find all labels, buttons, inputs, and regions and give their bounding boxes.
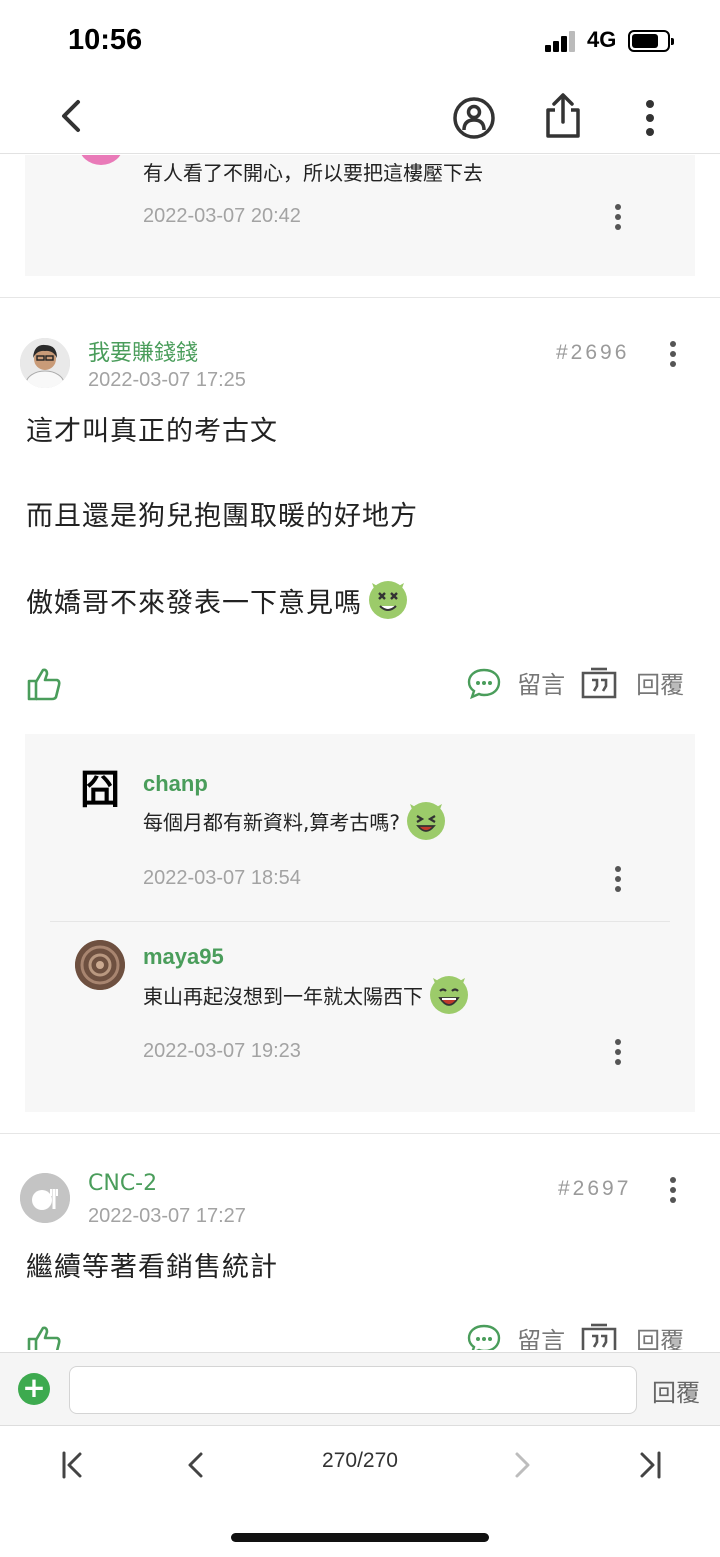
- comment-label: 留言: [517, 1327, 566, 1350]
- comment-date: 2022-03-07 18:54: [143, 867, 301, 889]
- more-vertical-icon[interactable]: [612, 202, 624, 232]
- status-bar: 10:56 4G: [0, 0, 720, 80]
- top-nav-bar: [0, 80, 720, 154]
- chat-bubble-icon: [467, 668, 501, 699]
- comments-box: 囧 chanp 每個月都有新資料,算考古嗎? 2022-03-07 18:54: [25, 734, 695, 1112]
- comment-button[interactable]: 留言: [466, 1321, 565, 1350]
- post-author[interactable]: 我要賺錢錢: [88, 335, 198, 367]
- more-vertical-icon[interactable]: [638, 98, 662, 138]
- quote-icon: [581, 1323, 617, 1350]
- post-date: 2022-03-07 17:27: [88, 1205, 246, 1227]
- reply-bar: + 回覆: [0, 1352, 720, 1426]
- post-body-line: 傲嬌哥不來發表一下意見嗎: [26, 588, 362, 619]
- more-vertical-icon[interactable]: [612, 1037, 624, 1067]
- post-body-line: 而且還是狗兒抱團取暖的好地方: [26, 501, 418, 532]
- post-date: 2022-03-07 17:25: [88, 369, 246, 391]
- post-author[interactable]: CNC-2: [88, 1171, 157, 1196]
- avatar[interactable]: [20, 1173, 70, 1223]
- avatar-char: 囧: [80, 768, 120, 812]
- pagination-bar: 270/270: [0, 1427, 720, 1557]
- add-attachment-icon[interactable]: +: [18, 1373, 50, 1405]
- post-body-line: 這才叫真正的考古文: [26, 416, 278, 447]
- grinning-face-emoji-icon: [430, 976, 469, 1014]
- prev-page-icon[interactable]: [180, 1449, 212, 1481]
- battery-icon: [628, 30, 674, 52]
- comment-author[interactable]: maya95: [143, 944, 224, 970]
- comment-text-wrap: 東山再起沒想到一年就太陽西下: [143, 976, 469, 1018]
- reply-label: 回覆: [636, 1327, 685, 1350]
- first-page-icon[interactable]: [56, 1449, 88, 1481]
- like-icon[interactable]: [26, 1325, 62, 1350]
- avatar: [79, 155, 123, 165]
- dizzy-face-emoji-icon: [369, 580, 408, 619]
- avatar[interactable]: 囧: [78, 768, 122, 812]
- post-body-line: 繼續等著看銷售統計: [26, 1252, 278, 1283]
- reply-send-button[interactable]: 回覆: [652, 1373, 700, 1408]
- home-indicator: [231, 1533, 489, 1542]
- chat-bubble-icon: [467, 1324, 501, 1350]
- more-vertical-icon[interactable]: [667, 1175, 679, 1205]
- page-indicator: 270/270: [322, 1449, 398, 1472]
- network-label: 4G: [587, 27, 617, 52]
- more-vertical-icon[interactable]: [612, 864, 624, 894]
- comment-button[interactable]: 留言: [466, 665, 565, 701]
- reply-button[interactable]: 回覆: [581, 665, 684, 701]
- share-icon[interactable]: [542, 92, 584, 140]
- comment-author[interactable]: chanp: [143, 771, 208, 797]
- comment-date: 2022-03-07 20:42: [143, 205, 301, 227]
- quote-icon: [581, 667, 617, 698]
- thread-content: 有人看了不開心，所以要把這樓壓下去 2022-03-07 20:42 我要賺錢錢…: [0, 155, 720, 1350]
- comment-text: 有人看了不開心，所以要把這樓壓下去: [143, 161, 483, 185]
- avatar[interactable]: [75, 940, 125, 990]
- comment-text: 每個月都有新資料,算考古嗎?: [143, 810, 400, 835]
- like-icon[interactable]: [26, 667, 62, 701]
- back-icon[interactable]: [52, 96, 92, 136]
- comment-text: 東山再起沒想到一年就太陽西下: [143, 984, 423, 1009]
- status-time: 10:56: [68, 24, 143, 56]
- divider: [50, 921, 670, 922]
- reply-label: 回覆: [636, 671, 685, 699]
- user-circle-icon[interactable]: [452, 96, 496, 140]
- reply-button[interactable]: 回覆: [581, 1321, 684, 1350]
- next-page-icon[interactable]: [506, 1449, 538, 1481]
- last-page-icon[interactable]: [634, 1449, 666, 1481]
- avatar[interactable]: [20, 338, 70, 388]
- signal-icon: [545, 30, 577, 52]
- reply-input[interactable]: [69, 1366, 637, 1414]
- comment-label: 留言: [517, 671, 566, 699]
- divider: [0, 297, 720, 298]
- floor-number: #2697: [558, 1177, 632, 1200]
- laughing-face-emoji-icon: [407, 802, 446, 840]
- comment-date: 2022-03-07 19:23: [143, 1040, 301, 1062]
- divider: [0, 1133, 720, 1134]
- more-vertical-icon[interactable]: [667, 339, 679, 369]
- comment-text-wrap: 每個月都有新資料,算考古嗎?: [143, 802, 446, 844]
- post-body-line-wrap: 傲嬌哥不來發表一下意見嗎: [26, 580, 408, 627]
- prev-comment-box: 有人看了不開心，所以要把這樓壓下去 2022-03-07 20:42: [25, 155, 695, 276]
- floor-number: #2696: [556, 341, 630, 364]
